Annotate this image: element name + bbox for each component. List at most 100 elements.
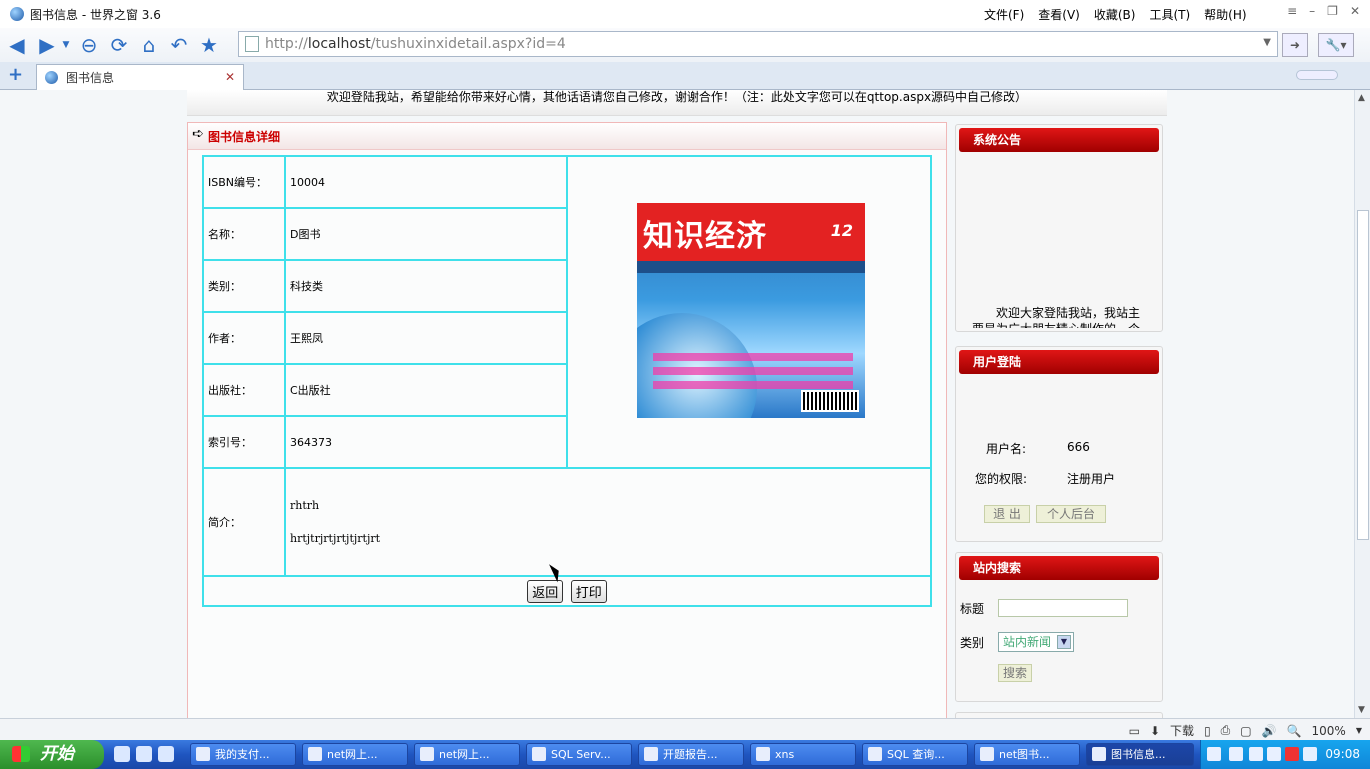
status-screen-icon[interactable]: ▢ bbox=[1240, 724, 1251, 738]
undo-icon[interactable]: ↶ bbox=[166, 32, 192, 58]
tab-scroll-control[interactable] bbox=[1296, 70, 1338, 80]
tab-page-icon bbox=[45, 71, 58, 84]
cover-cell: 知识经济 12 bbox=[566, 155, 932, 469]
close-icon[interactable]: ✕ bbox=[1350, 4, 1360, 18]
tray-browser-icon[interactable] bbox=[1303, 747, 1317, 761]
role-value: 注册用户 bbox=[1067, 472, 1116, 486]
status-lock-icon[interactable]: ▯ bbox=[1204, 724, 1211, 738]
taskbar-item[interactable]: SQL Serv... bbox=[526, 743, 632, 766]
barcode-icon bbox=[801, 390, 859, 412]
zoom-dropdown-icon[interactable]: ▼ bbox=[1356, 726, 1362, 735]
windows-flag-icon bbox=[12, 746, 30, 762]
field-value-name: D图书 bbox=[284, 207, 568, 261]
field-label-publisher: 出版社： bbox=[202, 363, 286, 417]
username-value: 666 bbox=[1067, 440, 1090, 454]
address-url: http://localhost/tushuxinxidetail.aspx?i… bbox=[265, 36, 566, 52]
address-bar[interactable]: http://localhost/tushuxinxidetail.aspx?i… bbox=[238, 31, 1278, 57]
quicklaunch-desktop-icon[interactable] bbox=[158, 746, 174, 762]
document-icon bbox=[644, 747, 658, 761]
welcome-banner: 欢迎登陆我站，希望能给你带来好心情，其他话语请您自己修改，谢谢合作！（注：此处文… bbox=[187, 90, 1167, 116]
logout-button[interactable]: 退 出 bbox=[984, 505, 1030, 523]
taskbar: 开始 我的支付... net网上... net网上... SQL Serv...… bbox=[0, 740, 1370, 769]
taskbar-item[interactable]: 开题报告... bbox=[638, 743, 744, 766]
tray-alert-icon[interactable] bbox=[1285, 747, 1299, 761]
browser-icon bbox=[196, 747, 210, 761]
book-cover-image: 知识经济 12 bbox=[637, 203, 865, 418]
search-box: 站内搜索 bbox=[955, 552, 1163, 702]
field-value-publisher: C出版社 bbox=[284, 363, 568, 417]
zoom-icon[interactable]: 🔍 bbox=[1287, 724, 1302, 738]
menu-file[interactable]: 文件(F) bbox=[984, 6, 1024, 23]
back-button[interactable]: 返回 bbox=[527, 579, 564, 603]
home-icon[interactable]: ⌂ bbox=[136, 32, 162, 58]
tab-label: 图书信息 bbox=[66, 71, 115, 85]
taskbar-item[interactable]: SQL 查询... bbox=[862, 743, 968, 766]
minimize-icon[interactable]: – bbox=[1309, 4, 1315, 18]
taskbar-item[interactable]: net网上... bbox=[414, 743, 520, 766]
status-page-icon[interactable]: ▭ bbox=[1129, 724, 1140, 738]
restore-icon[interactable]: ❐ bbox=[1327, 4, 1338, 18]
status-printer-icon[interactable]: ⎙ bbox=[1221, 723, 1231, 738]
field-value-isbn: 10004 bbox=[284, 155, 568, 209]
search-category-select[interactable]: 站内新闻 ▼ bbox=[998, 632, 1074, 652]
taskbar-item[interactable]: xns bbox=[750, 743, 856, 766]
favorite-star-icon[interactable]: ★ bbox=[196, 32, 222, 58]
print-button[interactable]: 打印 bbox=[570, 579, 607, 603]
personal-backend-button[interactable]: 个人后台 bbox=[1036, 505, 1106, 523]
taskbar-clock[interactable]: 09:08 bbox=[1325, 747, 1360, 761]
zoom-level[interactable]: 100% bbox=[1312, 724, 1346, 738]
panel-header: ➪ 图书信息详细 bbox=[188, 123, 946, 150]
volume-icon[interactable]: 🔊 bbox=[1262, 724, 1277, 738]
go-arrow-icon[interactable]: ➜ bbox=[1282, 33, 1308, 57]
tab-book-info[interactable]: 图书信息 ✕ bbox=[36, 64, 244, 90]
page-viewport: 欢迎登陆我站，希望能给你带来好心情，其他话语请您自己修改，谢谢合作！（注：此处文… bbox=[0, 90, 1354, 718]
menu-favorites[interactable]: 收藏(B) bbox=[1094, 6, 1136, 23]
taskbar-item[interactable]: 我的支付... bbox=[190, 743, 296, 766]
new-tab-icon[interactable]: + bbox=[8, 66, 26, 84]
tray-keyboard-icon[interactable] bbox=[1207, 747, 1221, 761]
tray-help-icon[interactable] bbox=[1229, 747, 1243, 761]
scroll-up-icon[interactable]: ▲ bbox=[1358, 93, 1365, 103]
forward-dropdown-icon[interactable]: ▼ bbox=[60, 32, 72, 58]
search-category-value: 站内新闻 bbox=[1003, 635, 1052, 649]
notice-box: 系统公告 bbox=[955, 124, 1163, 332]
start-button[interactable]: 开始 bbox=[0, 740, 104, 769]
search-button[interactable]: 搜索 bbox=[998, 664, 1032, 682]
navigation-toolbar: ◀ ▶ ▼ ⊖ ⟳ ⌂ ↶ ★ http://localhost/tushuxi… bbox=[0, 28, 1370, 62]
refresh-icon[interactable]: ⟳ bbox=[106, 32, 132, 58]
taskbar-item[interactable]: net图书... bbox=[974, 743, 1080, 766]
tab-close-icon[interactable]: ✕ bbox=[225, 70, 235, 84]
back-icon[interactable]: ◀ bbox=[4, 32, 30, 58]
menu-view[interactable]: 查看(V) bbox=[1038, 6, 1080, 23]
taskbar-item-active[interactable]: 图书信息... bbox=[1086, 743, 1194, 766]
download-label[interactable]: 下载 bbox=[1170, 722, 1194, 739]
forward-icon[interactable]: ▶ bbox=[34, 32, 60, 58]
tab-bar: + 图书信息 ✕ bbox=[0, 62, 1370, 90]
stop-icon[interactable]: ⊖ bbox=[76, 32, 102, 58]
scroll-down-icon[interactable]: ▼ bbox=[1358, 705, 1365, 715]
app-icon bbox=[420, 747, 434, 761]
quicklaunch-ie-icon[interactable] bbox=[114, 746, 130, 762]
notice-text-2: 要是为广大朋友精心制作的一个 bbox=[972, 320, 1152, 328]
search-category-label: 类别 bbox=[960, 636, 985, 650]
scroll-thumb[interactable] bbox=[1357, 210, 1369, 540]
taskbar-item[interactable]: net网上... bbox=[302, 743, 408, 766]
menu-bar: 文件(F) 查看(V) 收藏(B) 工具(T) 帮助(H) bbox=[984, 6, 1247, 23]
vertical-scrollbar[interactable]: ▲ ▼ bbox=[1354, 90, 1370, 718]
window-controls: ≡ – ❐ ✕ bbox=[1287, 4, 1360, 18]
table-row: 返回 打印 bbox=[202, 575, 932, 607]
menu-tools[interactable]: 工具(T) bbox=[1149, 6, 1190, 23]
tray-app-icon[interactable] bbox=[1267, 747, 1281, 761]
address-dropdown-icon[interactable]: ▼ bbox=[1263, 37, 1271, 48]
search-title-input[interactable] bbox=[998, 599, 1128, 617]
quicklaunch-app-icon[interactable] bbox=[136, 746, 152, 762]
download-arrow-icon[interactable]: ⬇ bbox=[1150, 724, 1160, 738]
tools-wrench-icon[interactable]: 🔧▾ bbox=[1318, 33, 1354, 57]
options-icon[interactable]: ≡ bbox=[1287, 4, 1297, 18]
menu-help[interactable]: 帮助(H) bbox=[1204, 6, 1246, 23]
field-label-category: 类别： bbox=[202, 259, 286, 313]
search-title-label: 标题 bbox=[960, 602, 985, 616]
search-title: 站内搜索 bbox=[959, 556, 1159, 580]
tray-network-icon[interactable] bbox=[1249, 747, 1263, 761]
role-label: 您的权限: bbox=[975, 472, 1028, 486]
